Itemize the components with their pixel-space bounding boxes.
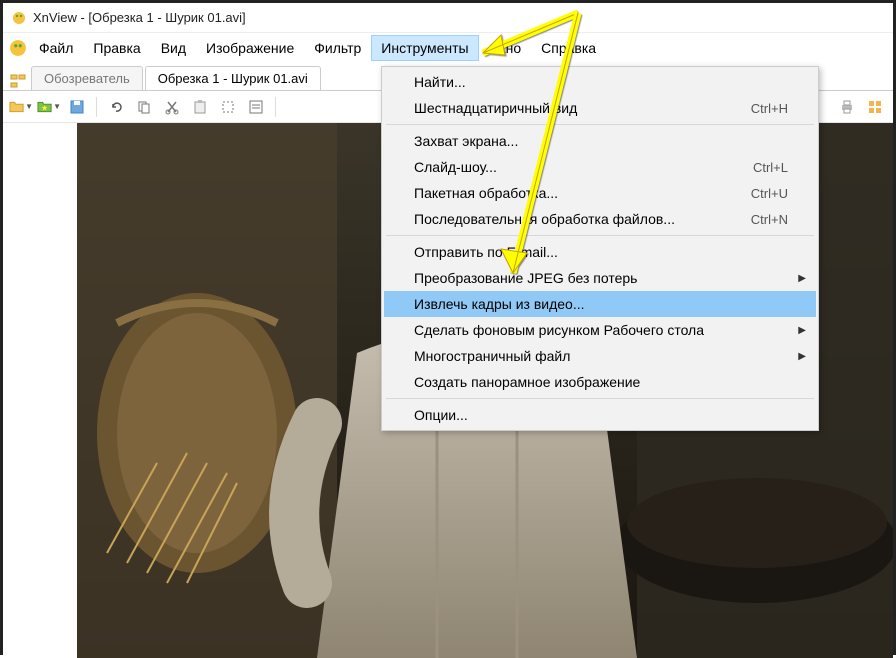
tools-dropdown: Найти... Шестнадцатиричный вид Ctrl+H Захва… [381, 66, 819, 431]
folder-button[interactable]: ▼ [9, 95, 33, 119]
menu-item-label: Пакетная обработка... [414, 185, 558, 201]
menu-item-label: Найти... [414, 74, 466, 90]
paste-button[interactable] [188, 95, 212, 119]
properties-button[interactable] [244, 95, 268, 119]
menu-item-shortcut: Ctrl+U [751, 186, 788, 201]
toolbar-separator [275, 97, 276, 117]
menu-вид[interactable]: Вид [151, 35, 196, 61]
menu-item[interactable]: Слайд-шоу... Ctrl+L [384, 154, 816, 180]
menu-item[interactable]: Извлечь кадры из видео... [384, 291, 816, 317]
menu-изображение[interactable]: Изображение [196, 35, 304, 61]
menu-item-label: Слайд-шоу... [414, 159, 497, 175]
submenu-arrow-icon: ▶ [798, 351, 806, 362]
menu-item[interactable]: Сделать фоновым рисунком Рабочего стола ▶ [384, 317, 816, 343]
menu-инструменты[interactable]: Инструменты [371, 35, 478, 61]
menu-item-label: Последовательная обработка файлов... [414, 211, 675, 227]
menu-item[interactable]: Многостраничный файл ▶ [384, 343, 816, 369]
print-button[interactable] [835, 95, 859, 119]
cut-button[interactable] [160, 95, 184, 119]
menu-item-label: Извлечь кадры из видео... [414, 296, 585, 312]
menu-item-label: Шестнадцатиричный вид [414, 100, 577, 116]
submenu-arrow-icon: ▶ [798, 273, 806, 284]
undo-button[interactable] [104, 95, 128, 119]
menu-item-shortcut: Ctrl+L [753, 160, 788, 175]
menu-item[interactable]: Последовательная обработка файлов... Ctrl… [384, 206, 816, 232]
menu-item[interactable]: Шестнадцатиричный вид Ctrl+H [384, 95, 816, 121]
grid-button[interactable] [863, 95, 887, 119]
app-icon [11, 10, 27, 26]
menubar: ФайлПравкаВидИзображениеФильтрИнструмент… [3, 33, 893, 63]
menu-окно[interactable]: Окно [479, 35, 532, 61]
crop-button[interactable] [216, 95, 240, 119]
menu-item-label: Многостраничный файл [414, 348, 570, 364]
menu-item[interactable]: Создать панорамное изображение [384, 369, 816, 395]
menu-item-label: Отправить по E-mail... [414, 244, 558, 260]
menu-separator [386, 124, 814, 125]
tab-0[interactable]: Обозреватель [31, 66, 143, 90]
menu-separator [386, 398, 814, 399]
menu-item-shortcut: Ctrl+N [751, 212, 788, 227]
menu-item-label: Сделать фоновым рисунком Рабочего стола [414, 322, 704, 338]
menu-справка[interactable]: Справка [531, 35, 606, 61]
menu-item-label: Захват экрана... [414, 133, 518, 149]
menu-item-shortcut: Ctrl+H [751, 101, 788, 116]
toolbar-separator [96, 97, 97, 117]
menu-item[interactable]: Опции... [384, 402, 816, 428]
menu-item[interactable]: Захват экрана... [384, 128, 816, 154]
tab-1[interactable]: Обрезка 1 - Шурик 01.avi [145, 66, 321, 90]
menu-правка[interactable]: Правка [83, 35, 150, 61]
copy-button[interactable] [132, 95, 156, 119]
menu-файл[interactable]: Файл [29, 35, 83, 61]
window-title: XnView - [Обрезка 1 - Шурик 01.avi] [33, 10, 246, 25]
favorite-button[interactable]: ▼ [37, 95, 61, 119]
app-icon-menu [9, 39, 27, 57]
menu-item[interactable]: Отправить по E-mail... [384, 239, 816, 265]
menu-item-label: Опции... [414, 407, 468, 423]
menu-item[interactable]: Пакетная обработка... Ctrl+U [384, 180, 816, 206]
save-button[interactable] [65, 95, 89, 119]
submenu-arrow-icon: ▶ [798, 325, 806, 336]
menu-item-label: Преобразование JPEG без потерь [414, 270, 637, 286]
menu-фильтр[interactable]: Фильтр [304, 35, 371, 61]
menu-item[interactable]: Найти... [384, 69, 816, 95]
menu-separator [386, 235, 814, 236]
browser-tree-icon[interactable] [9, 72, 27, 90]
menu-item[interactable]: Преобразование JPEG без потерь ▶ [384, 265, 816, 291]
titlebar: XnView - [Обрезка 1 - Шурик 01.avi] [3, 3, 893, 33]
menu-item-label: Создать панорамное изображение [414, 374, 640, 390]
